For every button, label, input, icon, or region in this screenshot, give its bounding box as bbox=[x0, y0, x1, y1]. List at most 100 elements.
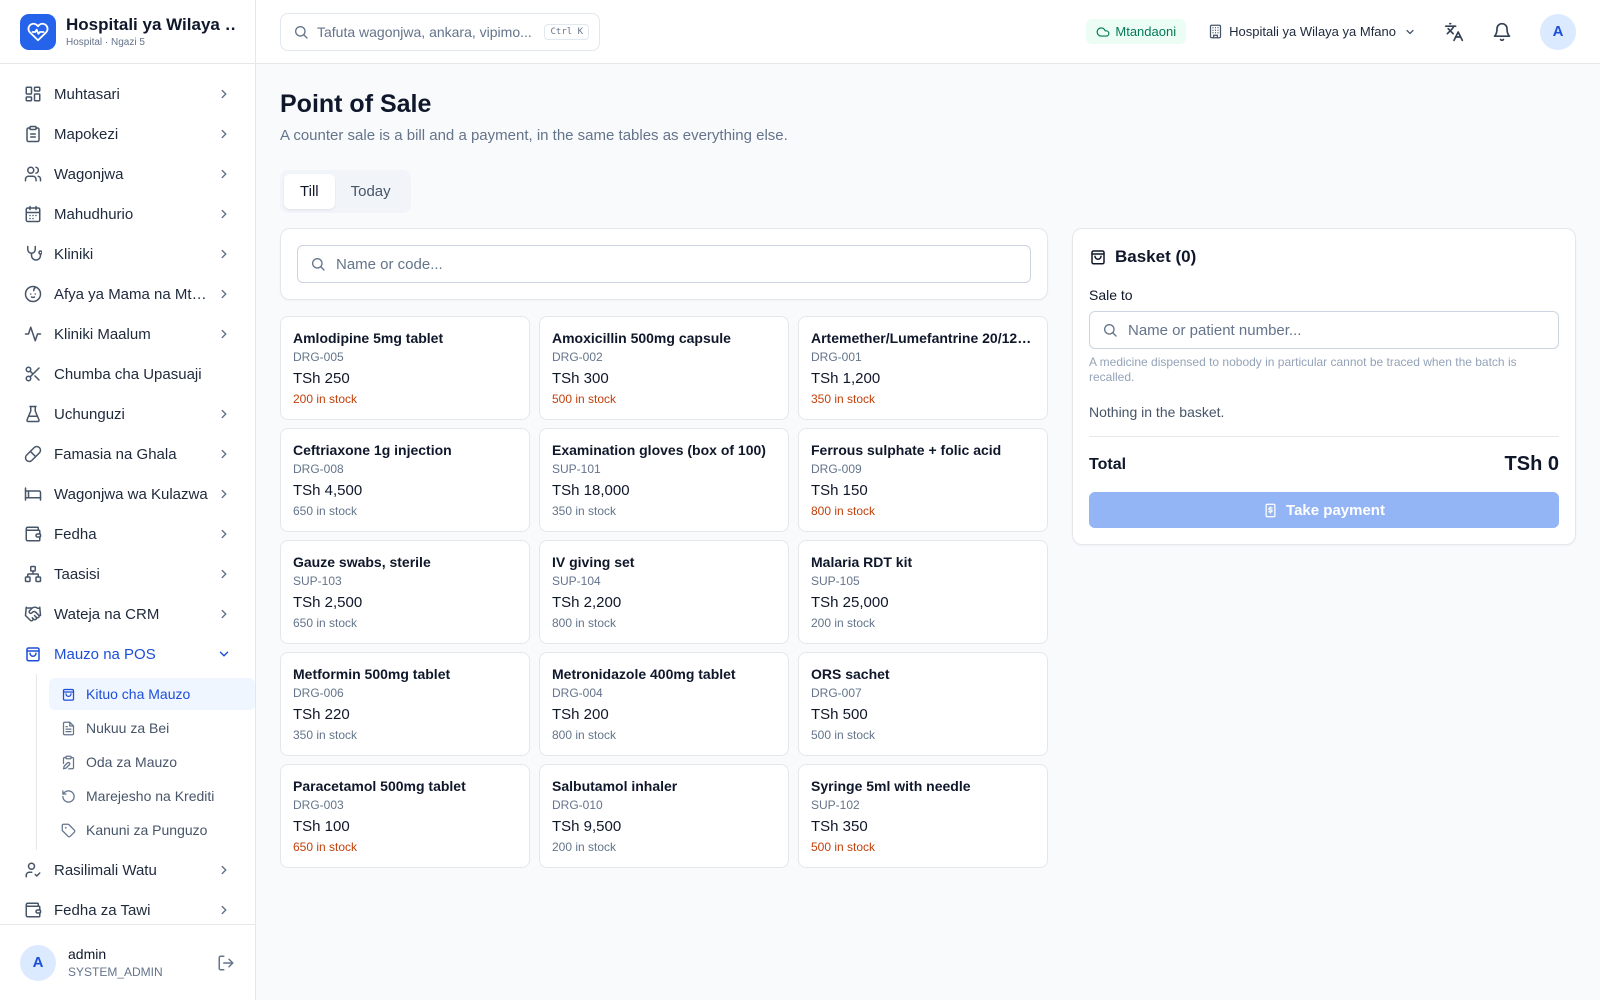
sale-to-input[interactable] bbox=[1128, 321, 1546, 339]
product-stock: 200 in stock bbox=[811, 616, 876, 630]
product-card[interactable]: Syringe 5ml with needle SUP-102 TSh 350 500… bbox=[798, 764, 1048, 868]
sidebar-item-famasia-na-ghala[interactable]: Famasia na Ghala bbox=[0, 434, 255, 474]
bed-icon bbox=[24, 487, 42, 501]
sidebar-item-wagonjwa-wa-kulazwa[interactable]: Wagonjwa wa Kulazwa bbox=[0, 474, 255, 514]
sidebar-subitem-oda-za-mauzo[interactable]: Oda za Mauzo bbox=[49, 746, 255, 778]
baby-icon bbox=[24, 285, 42, 303]
product-card[interactable]: Gauze swabs, sterile SUP-103 TSh 2,500 650 … bbox=[280, 540, 530, 644]
sidebar-item-label: Fedha bbox=[54, 525, 97, 543]
facility-switcher[interactable]: Hospitali ya Wilaya ya Mfano bbox=[1208, 24, 1416, 39]
sale-to-search[interactable] bbox=[1089, 311, 1559, 349]
product-code: DRG-002 bbox=[552, 350, 603, 364]
page-subtitle: A counter sale is a bill and a payment, … bbox=[280, 127, 788, 144]
product-stock: 350 in stock bbox=[811, 392, 876, 406]
sidebar-item-label: Afya ya Mama na Mtoto bbox=[54, 285, 209, 303]
product-price: TSh 18,000 bbox=[552, 482, 630, 499]
product-card[interactable]: IV giving set SUP-104 TSh 2,200 800 in stoc… bbox=[539, 540, 789, 644]
product-card[interactable]: Paracetamol 500mg tablet DRG-003 TSh 100 65… bbox=[280, 764, 530, 868]
product-code: SUP-105 bbox=[811, 574, 860, 588]
product-name: Gauze swabs, sterile bbox=[293, 554, 431, 570]
sidebar-item-wateja-na-crm[interactable]: Wateja na CRM bbox=[0, 594, 255, 634]
sidebar-item-wagonjwa[interactable]: Wagonjwa bbox=[0, 154, 255, 194]
sidebar-item-label: Kliniki Maalum bbox=[54, 325, 151, 343]
global-search-input[interactable] bbox=[317, 23, 545, 40]
global-search[interactable]: Ctrl K bbox=[280, 12, 600, 51]
cloud-icon bbox=[1096, 26, 1110, 37]
wallet-icon bbox=[25, 902, 42, 918]
tag-icon bbox=[61, 823, 76, 837]
sidebar-item-fedha[interactable]: Fedha bbox=[0, 514, 255, 554]
pill-icon bbox=[24, 445, 42, 463]
sidebar-item-kliniki[interactable]: Kliniki bbox=[0, 234, 255, 274]
product-card[interactable]: Malaria RDT kit SUP-105 TSh 25,000 200 in s… bbox=[798, 540, 1048, 644]
sidebar-item-uchunguzi[interactable]: Uchunguzi bbox=[0, 394, 255, 434]
product-card[interactable]: Ferrous sulphate + folic acid DRG-009 TSh … bbox=[798, 428, 1048, 532]
language-icon[interactable] bbox=[1444, 22, 1464, 42]
sidebar-item-label: Muhtasari bbox=[54, 85, 120, 103]
product-price: TSh 250 bbox=[293, 370, 350, 387]
sidebar-item-mahudhurio[interactable]: Mahudhurio bbox=[0, 194, 255, 234]
shopping-bag-icon bbox=[26, 647, 40, 662]
product-price: TSh 2,200 bbox=[552, 594, 622, 611]
bell-icon[interactable] bbox=[1492, 22, 1512, 42]
sidebar-subitem-kituo-cha-mauzo[interactable]: Kituo cha Mauzo bbox=[49, 678, 255, 710]
product-card[interactable]: Metronidazole 400mg tablet DRG-004 TSh 200… bbox=[539, 652, 789, 756]
product-card[interactable]: Ceftriaxone 1g injection DRG-008 TSh 4,500… bbox=[280, 428, 530, 532]
sidebar-item-label: Taasisi bbox=[54, 565, 100, 583]
traceability-hint: A medicine dispensed to nobody in partic… bbox=[1089, 355, 1517, 384]
product-name: Syringe 5ml with needle bbox=[811, 778, 971, 794]
sidebar-subitem-kanuni-za-punguzo[interactable]: Kanuni za Punguzo bbox=[49, 814, 255, 846]
sidebar-item-chumba-cha-upasuaji[interactable]: Chumba cha Upasuaji bbox=[0, 354, 255, 394]
sidebar-subitem-marejesho-na-krediti[interactable]: Marejesho na Krediti bbox=[49, 780, 255, 812]
scissors-icon bbox=[25, 366, 40, 382]
pos-tabs: Till Today bbox=[280, 170, 411, 213]
product-card[interactable]: ORS sachet DRG-007 TSh 500 500 in stock bbox=[798, 652, 1048, 756]
sidebar-subitem-label: Oda za Mauzo bbox=[86, 754, 178, 770]
main-content: Point of Sale A counter sale is a bill a… bbox=[280, 64, 1576, 868]
product-card[interactable]: Metformin 500mg tablet DRG-006 TSh 220 350 … bbox=[280, 652, 530, 756]
sidebar-item-afya-ya-mama-na-mtoto[interactable]: Afya ya Mama na Mtoto bbox=[0, 274, 255, 314]
shopping-bag-icon bbox=[62, 688, 75, 701]
basket-divider bbox=[1089, 436, 1559, 437]
logout-icon[interactable] bbox=[217, 954, 235, 972]
product-card[interactable]: Amoxicillin 500mg capsule DRG-002 TSh 300 5… bbox=[539, 316, 789, 420]
product-card[interactable]: Examination gloves (box of 100) SUP-101 TS… bbox=[539, 428, 789, 532]
product-code: SUP-102 bbox=[811, 798, 860, 812]
sidebar-item-rasilimali-watu[interactable]: Rasilimali Watu bbox=[0, 850, 255, 890]
take-payment-button[interactable]: Take payment bbox=[1089, 492, 1559, 528]
product-code: SUP-104 bbox=[552, 574, 601, 588]
tab-today[interactable]: Today bbox=[335, 174, 407, 209]
sidebar-item-muhtasari[interactable]: Muhtasari bbox=[0, 74, 255, 114]
chevron-right-icon bbox=[221, 249, 227, 259]
product-price: TSh 500 bbox=[811, 706, 868, 723]
sidebar-item-mapokezi[interactable]: Mapokezi bbox=[0, 114, 255, 154]
sidebar-item-kliniki-maalum[interactable]: Kliniki Maalum bbox=[0, 314, 255, 354]
product-card[interactable]: Salbutamol inhaler DRG-010 TSh 9,500 200 in… bbox=[539, 764, 789, 868]
sidebar-item-mauzo-na-pos[interactable]: Mauzo na POS bbox=[0, 634, 255, 674]
product-price: TSh 300 bbox=[552, 370, 609, 387]
brand[interactable]: Hospitali ya Wilaya ya Mfano Hospital · … bbox=[0, 0, 255, 64]
product-code: SUP-103 bbox=[293, 574, 342, 588]
chevron-right-icon bbox=[221, 569, 227, 579]
product-price: TSh 350 bbox=[811, 818, 868, 835]
product-search[interactable] bbox=[297, 245, 1031, 283]
facility-name: Hospitali ya Wilaya ya Mfano bbox=[1229, 24, 1396, 39]
activity-icon bbox=[24, 326, 42, 342]
refresh-icon bbox=[62, 789, 75, 803]
topbar: Ctrl K Mtandaoni Hospitali ya Wilaya ya … bbox=[256, 0, 1600, 64]
basket-header: Basket (0) bbox=[1089, 247, 1559, 267]
sidebar-subitem-label: Kituo cha Mauzo bbox=[86, 686, 191, 702]
top-user-avatar[interactable]: A bbox=[1540, 13, 1576, 50]
product-price: TSh 220 bbox=[293, 706, 350, 723]
sidebar-nav: Muhtasari Mapokezi Wagonjwa Mahudhurio Klini… bbox=[0, 74, 255, 930]
product-card[interactable]: Artemether/Lumefantrine 20/120mg DRG-001 T… bbox=[798, 316, 1048, 420]
app-title: Hospitali ya Wilaya ya Mfano bbox=[66, 15, 235, 34]
chevron-down-icon bbox=[1406, 29, 1414, 34]
product-code: DRG-006 bbox=[293, 686, 344, 700]
tab-till[interactable]: Till bbox=[284, 174, 335, 209]
product-search-input[interactable] bbox=[336, 255, 1018, 273]
user-avatar[interactable]: A bbox=[20, 944, 56, 981]
sidebar-item-taasisi[interactable]: Taasisi bbox=[0, 554, 255, 594]
product-card[interactable]: Amlodipine 5mg tablet DRG-005 TSh 250 200 i… bbox=[280, 316, 530, 420]
sidebar-subitem-nukuu-za-bei[interactable]: Nukuu za Bei bbox=[49, 712, 255, 744]
